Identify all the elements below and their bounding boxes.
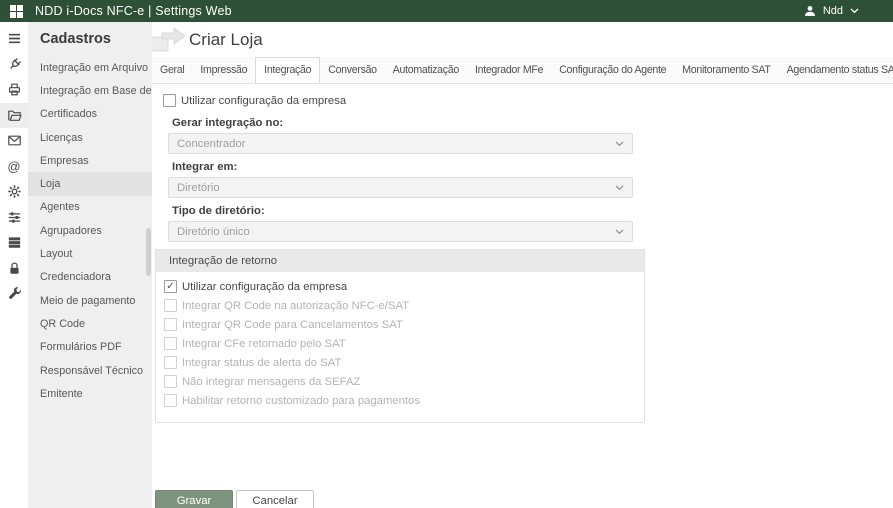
topbar: NDD i-Docs NFC-e | Settings Web Ndd bbox=[0, 0, 893, 22]
checkbox-label: Integrar status de alerta do SAT bbox=[182, 357, 341, 369]
company-config-label: Utilizar configuração da empresa bbox=[181, 95, 346, 107]
return-integration-section: Integração de retorno ✓ Utilizar configur… bbox=[155, 249, 645, 423]
checkbox[interactable] bbox=[164, 356, 177, 369]
menu-icon[interactable] bbox=[0, 26, 28, 52]
sidebar-item[interactable]: Emitente bbox=[28, 382, 152, 405]
tab[interactable]: Monitoramento SAT bbox=[674, 57, 778, 83]
return-checkbox-row: Integrar CFe retornado pelo SAT bbox=[164, 334, 634, 353]
return-checkbox-row: Não integrar mensagens da SEFAZ bbox=[164, 372, 634, 391]
sidebar-item[interactable]: Formulários PDF bbox=[28, 336, 152, 359]
tipo-diretorio-select[interactable]: Diretório único bbox=[168, 221, 633, 242]
create-store-icon bbox=[152, 26, 189, 56]
company-config-checkbox[interactable] bbox=[163, 94, 176, 107]
checkbox[interactable] bbox=[164, 394, 177, 407]
checkbox-label: Não integrar mensagens da SEFAZ bbox=[182, 376, 360, 388]
checkbox[interactable] bbox=[164, 375, 177, 388]
return-checkbox-row: Integrar QR Code para Cancelamentos SAT bbox=[164, 315, 634, 334]
user-name: Ndd bbox=[823, 5, 843, 17]
checkbox[interactable]: ✓ bbox=[164, 280, 177, 293]
return-checkbox-row: Integrar QR Code na autorização NFC-e/SA… bbox=[164, 296, 634, 315]
sidebar-items: Integração em ArquivoIntegração em Base … bbox=[28, 56, 152, 405]
tab[interactable]: Integrador MFe bbox=[467, 57, 551, 83]
chevron-down-icon bbox=[850, 8, 859, 14]
chevron-down-icon bbox=[615, 141, 624, 147]
select-value: Diretório único bbox=[177, 226, 250, 238]
sidebar-item[interactable]: Layout bbox=[28, 242, 152, 265]
app-grid-icon[interactable] bbox=[10, 5, 23, 18]
sidebar-item[interactable]: Licenças bbox=[28, 126, 152, 149]
tab[interactable]: Automatização bbox=[385, 57, 467, 83]
sidebar-item[interactable]: Integração em Arquivo bbox=[28, 56, 152, 79]
tab-bar: GeralImpressãoIntegraçãoConversãoAutomat… bbox=[152, 57, 893, 84]
integrar-em-select[interactable]: Diretório bbox=[168, 177, 633, 198]
sidebar: Cadastros Integração em ArquivoIntegraçã… bbox=[28, 22, 152, 508]
tab[interactable]: Impressão bbox=[192, 57, 255, 83]
sidebar-header: Cadastros bbox=[28, 26, 152, 56]
server-icon[interactable] bbox=[0, 230, 28, 256]
return-checkbox-row: Habilitar retorno customizado para pagam… bbox=[164, 391, 634, 410]
return-checkbox-row: ✓ Utilizar configuração da empresa bbox=[164, 277, 634, 296]
chevron-down-icon bbox=[615, 185, 624, 191]
sidebar-item[interactable]: Agrupadores bbox=[28, 219, 152, 242]
field-label: Integrar em: bbox=[172, 161, 893, 174]
sidebar-item[interactable]: Meio de pagamento bbox=[28, 289, 152, 312]
tab[interactable]: Configuração do Agente bbox=[551, 57, 674, 83]
gerar-integracao-select[interactable]: Concentrador bbox=[168, 133, 633, 154]
sidebar-item[interactable]: Integração em Base de Dados bbox=[28, 79, 152, 102]
field-tipo-diretorio: Tipo de diretório: Diretório único bbox=[168, 205, 893, 242]
section-body: ✓ Utilizar configuração da empresa Integra… bbox=[156, 272, 644, 422]
main-content: Criar Loja GeralImpressãoIntegraçãoConve… bbox=[152, 22, 893, 508]
page-title: Criar Loja bbox=[189, 30, 263, 50]
save-button[interactable]: Gravar bbox=[155, 490, 233, 508]
sidebar-scrollbar[interactable] bbox=[146, 228, 151, 276]
envelope-icon[interactable] bbox=[0, 128, 28, 154]
icon-rail: @ bbox=[0, 22, 28, 508]
checkbox[interactable] bbox=[164, 318, 177, 331]
field-gerar-integracao: Gerar integração no: Concentrador bbox=[168, 117, 893, 154]
sidebar-item[interactable]: Empresas bbox=[28, 149, 152, 172]
sidebar-item[interactable]: Certificados bbox=[28, 103, 152, 126]
field-integrar-em: Integrar em: Diretório bbox=[168, 161, 893, 198]
tab[interactable]: Agendamento status SAT bbox=[779, 57, 893, 83]
sliders-icon[interactable] bbox=[0, 205, 28, 231]
checkbox[interactable] bbox=[164, 337, 177, 350]
at-sign-icon[interactable]: @ bbox=[0, 154, 28, 180]
folder-open-icon[interactable] bbox=[0, 103, 28, 129]
checkbox-label: Habilitar retorno customizado para pagam… bbox=[182, 395, 420, 407]
sidebar-item[interactable]: Agentes bbox=[28, 196, 152, 219]
checkbox-label: Integrar QR Code na autorização NFC-e/SA… bbox=[182, 300, 409, 312]
chevron-down-icon bbox=[615, 229, 624, 235]
cancel-button[interactable]: Cancelar bbox=[236, 490, 314, 508]
user-icon bbox=[804, 5, 816, 17]
tab[interactable]: Conversão bbox=[320, 57, 385, 83]
sidebar-item[interactable]: QR Code bbox=[28, 312, 152, 335]
page-head: Criar Loja bbox=[152, 22, 893, 57]
tab[interactable]: Geral bbox=[152, 57, 192, 83]
sidebar-item[interactable]: Credenciadora bbox=[28, 266, 152, 289]
wrench-icon[interactable] bbox=[0, 281, 28, 307]
section-header: Integração de retorno bbox=[156, 250, 644, 272]
field-label: Tipo de diretório: bbox=[172, 205, 893, 218]
lock-icon[interactable] bbox=[0, 256, 28, 282]
sidebar-item[interactable]: Loja bbox=[28, 172, 152, 195]
checkbox[interactable] bbox=[164, 299, 177, 312]
sidebar-item[interactable]: Responsável Técnico bbox=[28, 359, 152, 382]
checkbox-label: Utilizar configuração da empresa bbox=[182, 281, 347, 293]
store-form: Utilizar configuração da empresa Gerar i… bbox=[152, 84, 893, 508]
company-config-row: Utilizar configuração da empresa bbox=[163, 94, 893, 107]
user-menu[interactable]: Ndd bbox=[804, 5, 859, 17]
return-checkbox-row: Integrar status de alerta do SAT bbox=[164, 353, 634, 372]
form-actions: Gravar Cancelar bbox=[155, 490, 893, 508]
gear-icon[interactable] bbox=[0, 179, 28, 205]
field-label: Gerar integração no: bbox=[172, 117, 893, 130]
select-value: Concentrador bbox=[177, 138, 245, 150]
printer-icon[interactable] bbox=[0, 77, 28, 103]
select-value: Diretório bbox=[177, 182, 220, 194]
tab[interactable]: Integração bbox=[255, 57, 320, 84]
app-title: NDD i-Docs NFC-e | Settings Web bbox=[35, 4, 232, 18]
plug-icon[interactable] bbox=[0, 52, 28, 78]
checkbox-label: Integrar CFe retornado pelo SAT bbox=[182, 338, 346, 350]
checkbox-label: Integrar QR Code para Cancelamentos SAT bbox=[182, 319, 403, 331]
